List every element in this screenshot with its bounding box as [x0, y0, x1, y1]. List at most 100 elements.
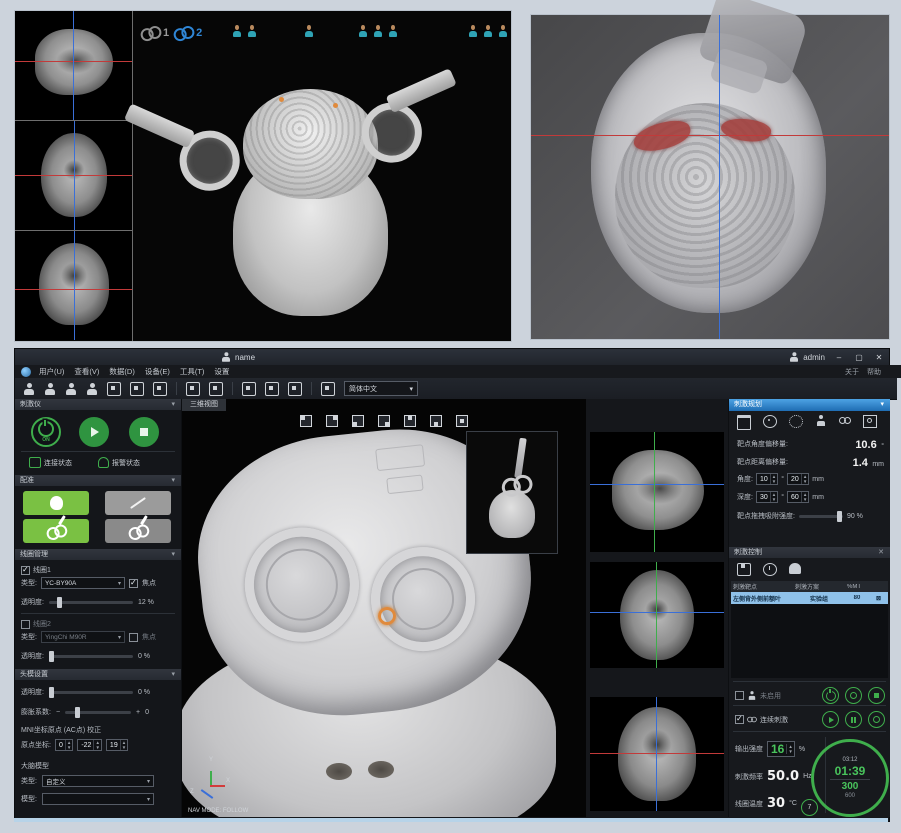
coil2-type-select[interactable]: YingChi M90R▾ [41, 631, 125, 643]
expand-slider[interactable] [65, 711, 131, 714]
menu-tools[interactable]: 工具(T) [180, 366, 205, 377]
sagittal-slice-view[interactable] [590, 432, 724, 552]
output-intensity-spinner[interactable]: 16 ▲▼ [767, 741, 795, 757]
depth-spinner[interactable]: 30▲▼ [756, 491, 778, 503]
menu-view[interactable]: 查看(V) [74, 366, 99, 377]
depth-mm-spinner[interactable]: 60▲▼ [787, 491, 809, 503]
settings-gear-icon[interactable] [789, 415, 803, 428]
down-arrow-icon[interactable]: ▼ [802, 479, 808, 484]
monitor-icon[interactable] [288, 382, 302, 396]
view-front-icon[interactable] [300, 415, 312, 427]
user-add-icon[interactable] [23, 383, 35, 395]
close-section-icon[interactable]: ✕ [878, 547, 884, 558]
coil2-registration-button[interactable] [105, 519, 171, 543]
new-plan-icon[interactable] [107, 382, 121, 396]
patient-right-view-icon[interactable] [373, 25, 382, 37]
model-type-select[interactable]: 自定义▾ [42, 775, 154, 787]
focus-target-marker[interactable] [378, 607, 396, 625]
coil2-focus-checkbox[interactable] [129, 633, 138, 642]
minus-button[interactable]: − [56, 709, 60, 716]
section-coil-management[interactable]: 线圈管理▾ [15, 549, 181, 560]
close-button[interactable]: ✕ [873, 353, 885, 362]
axial-thumb[interactable] [15, 121, 132, 231]
model-select[interactable]: ▾ [42, 793, 154, 805]
coil2-enable[interactable]: 线圈2 [21, 619, 51, 629]
collapse-icon[interactable]: ▾ [171, 549, 175, 560]
user-account[interactable]: admin [788, 351, 825, 363]
head-registration-button[interactable] [23, 491, 89, 515]
section-registration[interactable]: 配准▾ [15, 475, 181, 486]
coil-1-toggle[interactable]: 1 [140, 24, 169, 39]
arm-power-button[interactable] [822, 687, 839, 704]
transparent-head-panel[interactable] [530, 14, 890, 340]
tab-3d-view[interactable]: 三维视图 [182, 399, 226, 411]
power-button[interactable]: ON [31, 417, 61, 447]
patient-left-view-icon[interactable] [359, 25, 368, 37]
patient-back-view-icon[interactable] [247, 25, 256, 37]
origin-x-spinner[interactable]: 0▲▼ [55, 739, 73, 751]
origin-y-spinner[interactable]: -22▲▼ [77, 739, 102, 751]
add-target-icon[interactable] [763, 415, 777, 428]
tag-icon[interactable] [209, 382, 223, 396]
collapse-icon[interactable]: ▾ [171, 669, 175, 680]
coil1-checkbox[interactable] [21, 566, 30, 575]
axial-slice-view[interactable] [590, 562, 724, 668]
coil2-checkbox[interactable] [21, 620, 30, 629]
delete-row-icon[interactable]: ⊠ [869, 595, 888, 602]
helmet-icon[interactable] [789, 563, 801, 574]
section-head-model[interactable]: 头模设置▾ [15, 669, 181, 680]
coronal-slice-view[interactable] [590, 697, 724, 811]
view-right-icon[interactable] [378, 415, 390, 427]
patient-side-view-icon[interactable] [498, 25, 507, 37]
card-icon[interactable] [242, 382, 256, 396]
user-edit-icon[interactable] [65, 383, 77, 395]
open-folder-icon[interactable] [737, 415, 751, 430]
stop-button[interactable] [129, 417, 159, 447]
down-arrow-icon[interactable]: ▼ [66, 745, 72, 750]
user-view-icon[interactable] [86, 383, 98, 395]
down-arrow-icon[interactable]: ▼ [121, 745, 127, 750]
down-arrow-icon[interactable]: ▼ [802, 497, 808, 502]
globe-icon[interactable] [321, 382, 335, 396]
continuous-stim-checkbox[interactable] [735, 715, 744, 724]
save-icon[interactable] [737, 563, 751, 576]
section-stimulator[interactable]: 刺激仪▾ [15, 399, 181, 410]
robot-arm-checkbox[interactable] [735, 691, 744, 700]
patient-top-view-icon[interactable] [305, 25, 314, 37]
coil1-focus-checkbox[interactable] [129, 579, 138, 588]
calendar-icon[interactable] [153, 382, 167, 396]
down-arrow-icon[interactable]: ▼ [94, 745, 100, 750]
language-select[interactable]: 简体中文 ▾ [344, 381, 418, 396]
patient-rear-view-icon[interactable] [484, 25, 493, 37]
angle-spinner[interactable]: 10▲▼ [756, 473, 778, 485]
angle-mm-spinner[interactable]: 20▲▼ [787, 473, 809, 485]
probe-registration-button[interactable] [105, 491, 171, 515]
maximize-button[interactable]: ▢ [853, 353, 865, 362]
down-arrow-icon[interactable]: ▼ [771, 497, 777, 502]
frame-icon[interactable] [863, 415, 877, 428]
arm-stop-button[interactable] [868, 687, 885, 704]
start-button[interactable] [79, 417, 109, 447]
user-group-icon[interactable] [44, 383, 56, 395]
snap-strength-slider[interactable] [799, 515, 843, 518]
view-top-icon[interactable] [404, 415, 416, 427]
collapse-icon[interactable]: ▾ [171, 475, 175, 486]
arm-reset-button[interactable] [845, 687, 862, 704]
coronal-thumb[interactable] [15, 231, 132, 340]
down-arrow-icon[interactable]: ▼ [787, 749, 793, 754]
help-link[interactable]: 帮助 [867, 367, 881, 377]
collapse-icon[interactable]: ▾ [171, 399, 175, 410]
table-row[interactable]: 左侧背外侧前额叶 实验组 80 ⊠ [731, 592, 888, 604]
section-stimulation-control[interactable]: 刺激控制✕ [729, 547, 890, 558]
menu-device[interactable]: 设备(E) [145, 366, 170, 377]
stim-stop-button[interactable] [868, 711, 885, 728]
overview-inset[interactable] [466, 431, 558, 554]
timer-icon[interactable] [763, 563, 777, 576]
menu-data[interactable]: 数据(D) [109, 366, 134, 377]
section-stimulation-planning[interactable]: 刺激规划▾ [729, 399, 890, 411]
collapse-icon[interactable]: ▾ [880, 399, 884, 411]
coil2-opacity-slider[interactable] [49, 655, 133, 658]
patient-oblique-view-icon[interactable] [388, 25, 397, 37]
stim-play-button[interactable] [822, 711, 839, 728]
viewport-3d[interactable]: 三维视图 [182, 399, 586, 817]
